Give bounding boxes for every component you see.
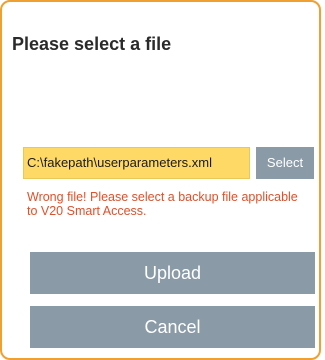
file-path-field[interactable]: C:\fakepath\userparameters.xml bbox=[23, 147, 250, 179]
file-select-dialog: Please select a file C:\fakepath\userpar… bbox=[0, 0, 321, 360]
select-button[interactable]: Select bbox=[256, 147, 314, 179]
dialog-title: Please select a file bbox=[12, 34, 172, 54]
upload-button[interactable]: Upload bbox=[30, 252, 315, 294]
error-message: Wrong file! Please select a backup file … bbox=[27, 190, 298, 218]
cancel-button[interactable]: Cancel bbox=[30, 306, 315, 348]
